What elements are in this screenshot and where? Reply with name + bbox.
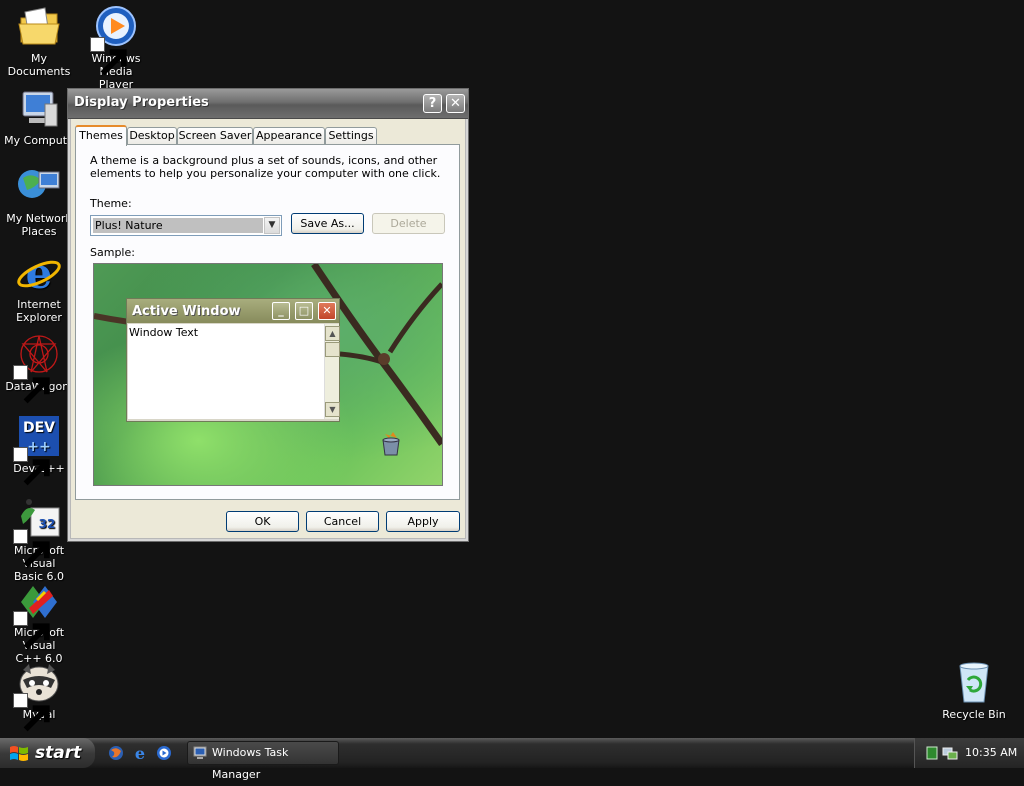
recycle-bin-icon bbox=[950, 660, 998, 706]
svg-text:e: e bbox=[26, 250, 53, 296]
battery-icon[interactable] bbox=[926, 746, 938, 760]
desktop-icon-windows-media-player[interactable]: Windows Media Player bbox=[77, 4, 155, 91]
taskbar-button-task-manager[interactable]: Windows Task Manager bbox=[187, 741, 339, 781]
svg-text:32: 32 bbox=[39, 517, 56, 531]
shortcut-arrow-icon bbox=[13, 611, 50, 650]
start-button[interactable]: start bbox=[0, 738, 95, 768]
network-icon[interactable] bbox=[942, 745, 958, 761]
close-icon: ✕ bbox=[318, 302, 336, 320]
shortcut-arrow-icon bbox=[90, 37, 127, 76]
shortcut-arrow-icon bbox=[13, 693, 50, 732]
minimize-icon: _ bbox=[272, 302, 290, 320]
tab-appearance[interactable]: Appearance bbox=[253, 127, 325, 144]
scroll-down-icon: ▼ bbox=[325, 402, 340, 417]
scroll-up-icon: ▲ bbox=[325, 326, 340, 341]
media-player-icon[interactable] bbox=[156, 745, 172, 761]
start-label: start bbox=[35, 743, 82, 763]
visual-basic-icon: 32 bbox=[13, 496, 63, 568]
my-documents-icon bbox=[15, 4, 63, 50]
scroll-thumb bbox=[325, 342, 340, 357]
shortcut-arrow-icon bbox=[13, 447, 50, 486]
taskbar-button-label: Windows Task Manager bbox=[212, 746, 289, 781]
maximize-icon: □ bbox=[295, 302, 313, 320]
display-properties-dialog: Display Properties ? ✕ Themes Desktop Sc… bbox=[67, 88, 469, 542]
themes-panel: A theme is a background plus a set of so… bbox=[75, 144, 460, 500]
close-button[interactable]: ✕ bbox=[446, 94, 465, 113]
tab-screen-saver[interactable]: Screen Saver bbox=[177, 127, 253, 144]
preview-active-window: Active Window _ □ ✕ Window Text ▲ ▼ bbox=[126, 298, 340, 422]
taskbar: start e Windows Task Manager 10:35 AM bbox=[0, 738, 1024, 781]
ok-button[interactable]: OK bbox=[226, 511, 299, 532]
tab-settings[interactable]: Settings bbox=[325, 127, 377, 144]
desktop-icon-label: My Documents bbox=[7, 52, 71, 78]
dev-cpp-icon: DEV ++ bbox=[13, 414, 63, 486]
cancel-button[interactable]: Cancel bbox=[306, 511, 379, 532]
theme-sample-preview: Active Window _ □ ✕ Window Text ▲ ▼ bbox=[93, 263, 443, 486]
shortcut-arrow-icon bbox=[13, 529, 50, 568]
internet-explorer-icon[interactable]: e bbox=[132, 745, 148, 761]
svg-text:DEV: DEV bbox=[23, 420, 55, 436]
theme-select-value: Plus! Nature bbox=[93, 218, 263, 233]
desktop-icon-label: Recycle Bin bbox=[942, 708, 1006, 721]
desktop-icon-mypal[interactable]: Mypal bbox=[0, 660, 78, 732]
preview-window-text: Window Text bbox=[128, 324, 324, 419]
windows-media-player-icon bbox=[90, 4, 140, 76]
my-network-places-icon bbox=[15, 164, 63, 210]
chevron-down-icon[interactable]: ▼ bbox=[264, 217, 280, 234]
recycle-bin-preview-icon bbox=[382, 432, 400, 456]
system-tray: 10:35 AM bbox=[914, 738, 1024, 768]
shortcut-arrow-icon bbox=[13, 365, 50, 404]
datawagon-icon bbox=[13, 332, 63, 404]
firefox-icon[interactable] bbox=[108, 745, 124, 761]
my-computer-icon bbox=[15, 86, 63, 132]
tab-themes[interactable]: Themes bbox=[75, 125, 127, 146]
visual-cpp-icon bbox=[13, 578, 63, 650]
tab-desktop[interactable]: Desktop bbox=[127, 127, 177, 144]
save-as-button[interactable]: Save As... bbox=[291, 213, 364, 234]
preview-titlebar: Active Window _ □ ✕ bbox=[127, 299, 339, 323]
sample-label: Sample: bbox=[90, 246, 135, 259]
windows-logo-icon bbox=[10, 746, 28, 761]
preview-scrollbar: ▲ ▼ bbox=[324, 324, 340, 419]
svg-text:e: e bbox=[135, 745, 145, 761]
preview-window-title: Active Window bbox=[132, 304, 241, 319]
help-button[interactable]: ? bbox=[423, 94, 442, 113]
dialog-title: Display Properties bbox=[74, 95, 209, 110]
internet-explorer-icon: e bbox=[15, 250, 63, 296]
dialog-titlebar[interactable]: Display Properties ? ✕ bbox=[68, 89, 468, 119]
clock[interactable]: 10:35 AM bbox=[965, 746, 1017, 759]
theme-select[interactable]: Plus! Nature ▼ bbox=[90, 215, 282, 236]
apply-button[interactable]: Apply bbox=[386, 511, 460, 532]
desktop-icon-recycle-bin[interactable]: Recycle Bin bbox=[935, 660, 1013, 721]
desktop-icon-visual-cpp[interactable]: Microsoft Visual C++ 6.0 bbox=[0, 578, 78, 665]
task-manager-icon bbox=[193, 746, 207, 759]
theme-description: A theme is a background plus a set of so… bbox=[90, 154, 441, 180]
theme-label: Theme: bbox=[90, 197, 132, 210]
desktop-icon-my-documents[interactable]: My Documents bbox=[0, 4, 78, 78]
mypal-icon bbox=[13, 660, 63, 732]
delete-button[interactable]: Delete bbox=[372, 213, 445, 234]
